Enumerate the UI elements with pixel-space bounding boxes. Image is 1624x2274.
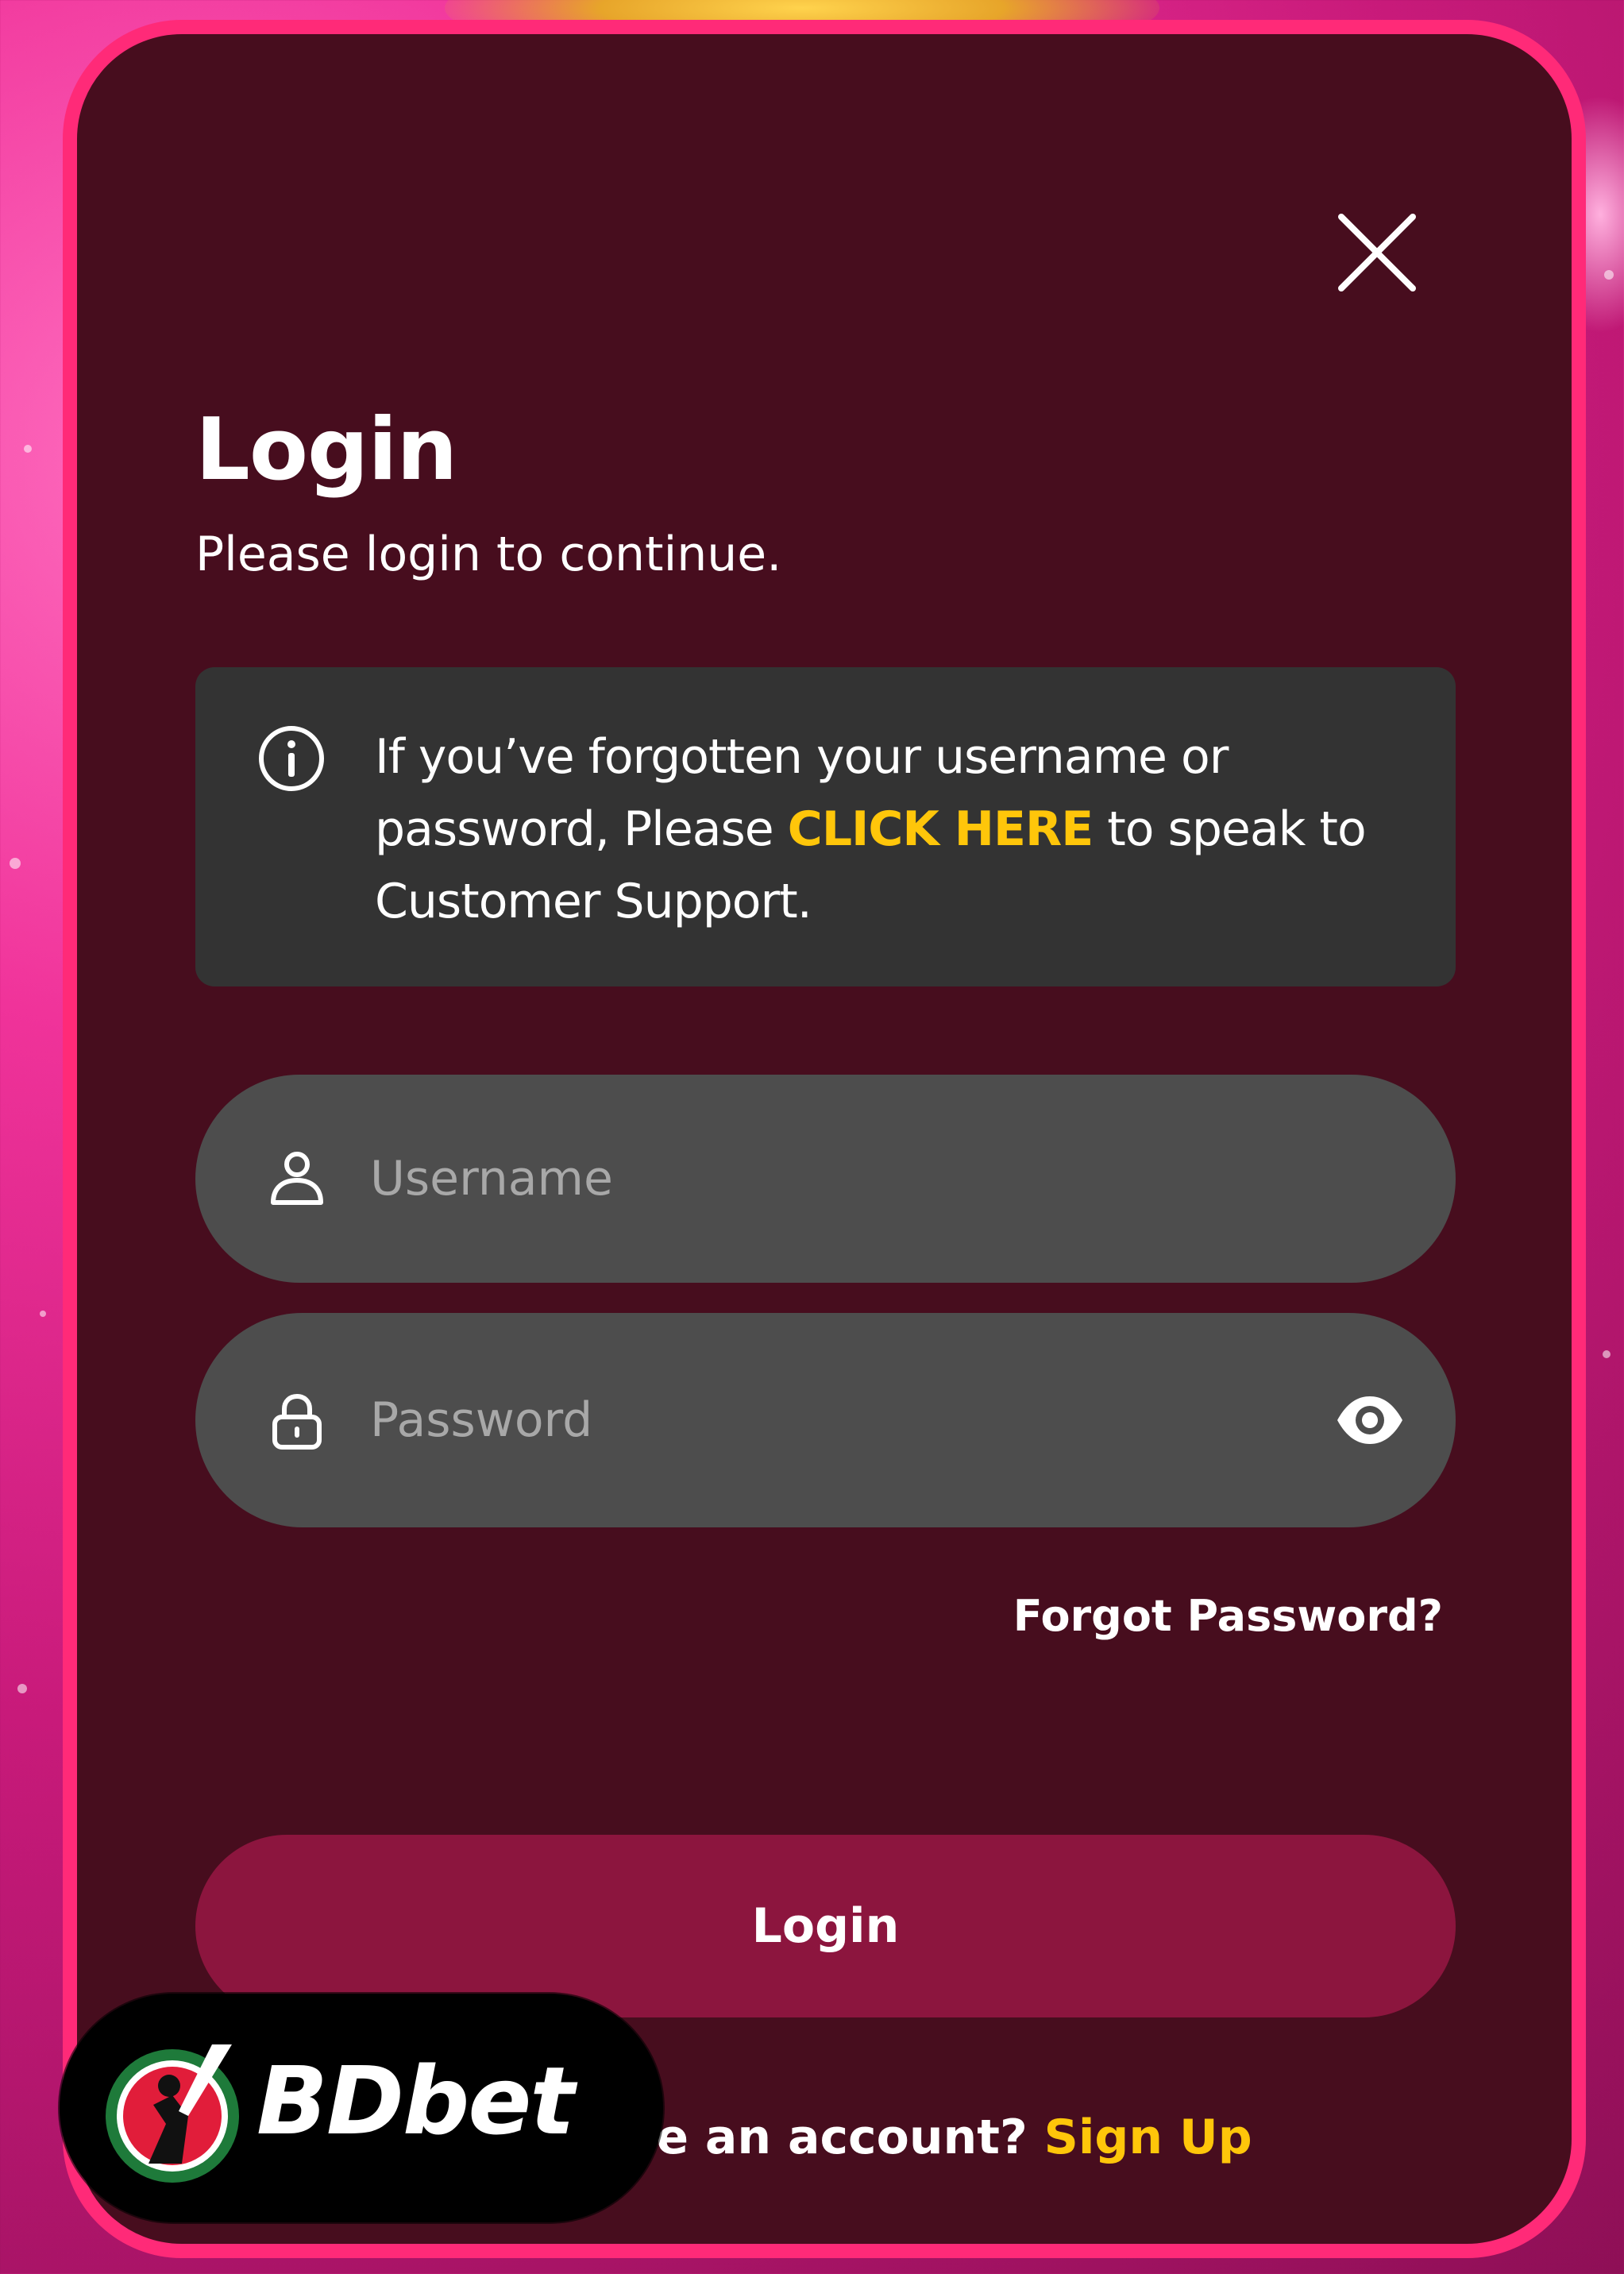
- info-circle-icon: [259, 726, 324, 791]
- background-sparkle: [10, 858, 21, 869]
- brand-wordmark: BDbet: [257, 2046, 575, 2156]
- info-notice: If you’ve forgotten your username or pas…: [195, 667, 1456, 986]
- login-modal: Login Please login to continue. If you’v…: [63, 20, 1586, 2258]
- cricket-batsman-logo-icon: [106, 2044, 239, 2183]
- page-subtitle: Please login to continue.: [195, 527, 782, 582]
- sign-up-link[interactable]: Sign Up: [1044, 2110, 1252, 2165]
- background-sparkle: [24, 445, 32, 453]
- user-icon: [271, 1152, 323, 1205]
- background-sparkle: [1603, 1350, 1610, 1358]
- info-notice-text: If you’ve forgotten your username or pas…: [375, 721, 1439, 938]
- background-sparkle: [1604, 270, 1614, 280]
- username-field[interactable]: [195, 1075, 1456, 1283]
- login-button[interactable]: Login: [195, 1835, 1456, 2017]
- click-here-link[interactable]: CLICK HERE: [788, 801, 1094, 857]
- background-sparkle: [17, 1684, 27, 1693]
- close-button[interactable]: [1333, 209, 1421, 296]
- password-input[interactable]: [370, 1313, 1244, 1527]
- brand-logo-badge: BDbet: [60, 1994, 663, 2222]
- password-field[interactable]: [195, 1313, 1456, 1527]
- toggle-password-visibility-button[interactable]: [1334, 1388, 1406, 1452]
- page-title: Login: [195, 400, 457, 500]
- forgot-password-link[interactable]: Forgot Password?: [1013, 1595, 1443, 1638]
- username-input[interactable]: [370, 1075, 1244, 1283]
- lock-icon: [272, 1393, 322, 1450]
- close-icon: [1338, 214, 1416, 291]
- eye-icon: [1337, 1396, 1402, 1444]
- login-modal-content: Login Please login to continue. If you’v…: [77, 34, 1572, 2244]
- background-sparkle: [40, 1311, 46, 1317]
